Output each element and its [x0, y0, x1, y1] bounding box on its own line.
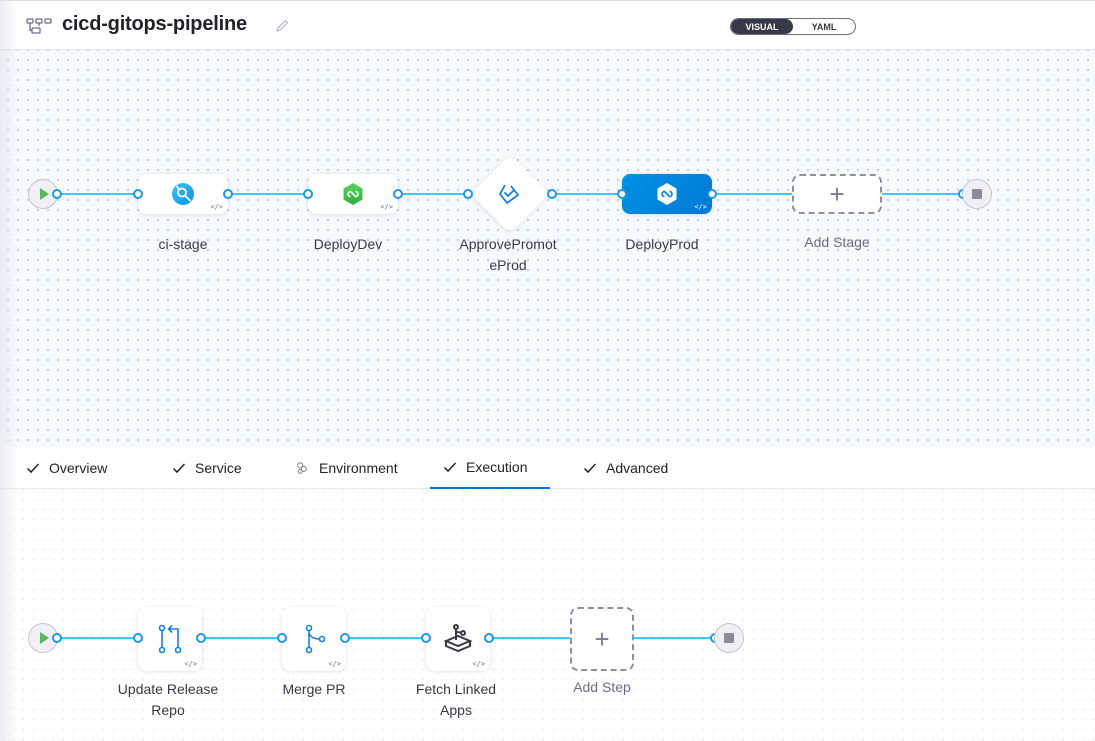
tab-execution[interactable]: Execution [430, 447, 550, 489]
port [340, 633, 350, 643]
environment-icon [297, 462, 307, 474]
cd-deploy-icon [343, 183, 363, 205]
connector [489, 637, 571, 639]
tab-label: Advanced [606, 460, 669, 476]
port [303, 189, 313, 199]
stage-node-deploydev[interactable]: </> [308, 174, 398, 214]
add-stage-button[interactable]: + [792, 174, 882, 214]
check-icon [443, 462, 457, 473]
tab-service[interactable]: Service [172, 447, 242, 489]
step-node-merge-pr[interactable]: </> [282, 607, 346, 671]
stage-label: DeployProd [625, 236, 699, 252]
port [133, 189, 143, 199]
connector [712, 193, 792, 195]
port [707, 189, 717, 199]
port [52, 189, 62, 199]
code-icon: </> [210, 203, 223, 211]
stage-label-line: ApprovePromot [459, 236, 557, 252]
stage-node-deployprod[interactable]: </> [622, 174, 712, 214]
visual-toggle-button[interactable]: VISUAL [731, 19, 793, 34]
ci-search-icon [172, 183, 194, 205]
step-label-line: Apps [440, 702, 472, 718]
connector [228, 193, 310, 195]
check-icon [26, 463, 40, 474]
tab-overview[interactable]: Overview [26, 447, 107, 489]
step-label: Update Release Repo [108, 679, 228, 721]
code-icon: </> [694, 203, 707, 211]
view-toggle[interactable]: VISUAL YAML [730, 18, 856, 35]
pipeline-title: cicd-gitops-pipeline [62, 13, 247, 35]
pipeline-icon [26, 18, 52, 34]
connector [398, 193, 468, 195]
tab-label: Environment [319, 460, 398, 476]
add-step-button[interactable]: + [570, 607, 634, 671]
plus-icon: + [829, 178, 845, 209]
pipeline-end-node [962, 179, 992, 209]
connector [201, 637, 283, 639]
port [52, 633, 62, 643]
connector [345, 637, 427, 639]
connector [882, 193, 964, 195]
stage-label: DeployDev [313, 236, 383, 252]
code-icon: </> [328, 660, 341, 668]
step-label: Fetch Linked Apps [396, 679, 516, 721]
connector [57, 193, 139, 195]
port [223, 189, 233, 199]
cd-deploy-icon [657, 183, 677, 205]
git-merge-icon [305, 624, 326, 654]
port [547, 189, 557, 199]
connector [552, 193, 622, 195]
approval-icon [499, 184, 519, 204]
pull-request-icon [158, 624, 182, 654]
execution-canvas[interactable]: </> Update Release Repo </> Merge PR </> [0, 489, 1095, 741]
code-icon: </> [472, 660, 485, 668]
pencil-icon[interactable] [274, 18, 290, 34]
port [393, 189, 403, 199]
port [133, 633, 143, 643]
step-label: Merge PR [282, 681, 346, 697]
port [617, 189, 627, 199]
tab-label: Execution [466, 459, 528, 475]
connector [633, 637, 715, 639]
yaml-toggle-button[interactable]: YAML [793, 19, 855, 34]
stage-label: ApprovePromot eProd [448, 234, 568, 276]
add-stage-label: Add Stage [804, 234, 870, 250]
tab-environment[interactable]: Environment [296, 447, 398, 489]
port [277, 633, 287, 643]
tab-label: Overview [49, 460, 108, 476]
stage-node-ci-stage[interactable]: </> [138, 174, 228, 214]
step-label-line: Update Release [117, 681, 219, 697]
execution-end-node [714, 623, 744, 653]
check-icon [583, 463, 597, 474]
check-icon [172, 463, 186, 474]
stage-tabs: Overview Service Environment Execution A… [0, 447, 1095, 489]
tab-label: Service [195, 460, 242, 476]
port [196, 633, 206, 643]
port [421, 633, 431, 643]
port [463, 189, 473, 199]
code-icon: </> [380, 203, 393, 211]
step-label-line: Repo [151, 702, 185, 718]
code-icon: </> [184, 660, 197, 668]
stage-label: ci-stage [158, 236, 208, 252]
step-label-line: Fetch Linked [415, 681, 497, 697]
port [484, 633, 494, 643]
pipeline-header: cicd-gitops-pipeline VISUAL YAML [0, 0, 1095, 50]
pipeline-studio-canvas[interactable]: </> ci-stage </> DeployDev ApprovePromot… [0, 50, 1095, 447]
step-node-fetch-linked-apps[interactable]: </> [426, 607, 490, 671]
tab-advanced[interactable]: Advanced [583, 447, 668, 489]
stage-label-line: eProd [489, 257, 527, 273]
joystick-icon [443, 624, 473, 653]
step-node-update-release-repo[interactable]: </> [138, 607, 202, 671]
add-step-label: Add Step [573, 679, 631, 695]
connector [57, 637, 139, 639]
plus-icon: + [594, 623, 610, 654]
